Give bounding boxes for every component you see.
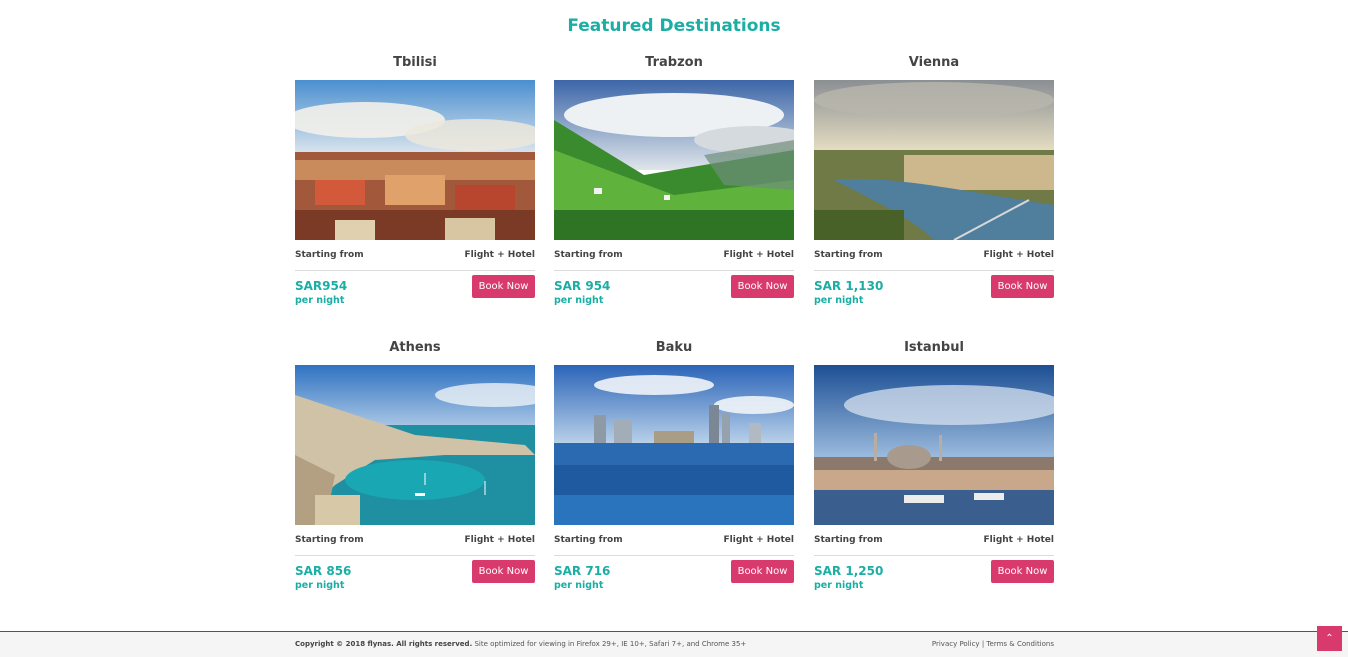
destination-photo[interactable] bbox=[814, 365, 1054, 525]
per-night-label: per night bbox=[814, 580, 864, 591]
divider bbox=[814, 270, 1054, 271]
per-night-label: per night bbox=[295, 580, 345, 591]
book-now-button[interactable]: Book Now bbox=[731, 275, 794, 298]
destination-photo[interactable] bbox=[295, 80, 535, 240]
package-label: Flight + Hotel bbox=[464, 535, 535, 545]
starting-label: Starting from bbox=[295, 535, 364, 545]
destination-city: Athens bbox=[389, 340, 441, 355]
divider bbox=[554, 270, 794, 271]
footer: Copyright © 2018 flynas. All rights rese… bbox=[0, 631, 1348, 657]
package-label: Flight + Hotel bbox=[983, 535, 1054, 545]
destination-card-trabzon: Trabzon Starting from Flight + Hotel SAR… bbox=[554, 53, 794, 306]
starting-label: Starting from bbox=[554, 535, 623, 545]
divider bbox=[295, 270, 535, 271]
scroll-to-top-button[interactable]: ⌃ bbox=[1317, 626, 1342, 651]
privacy-policy-link[interactable]: Privacy Policy bbox=[932, 640, 980, 648]
destination-card-vienna: Vienna Starting from Flight + Hotel SAR … bbox=[814, 53, 1054, 306]
starting-label: Starting from bbox=[554, 250, 623, 260]
destination-photo[interactable] bbox=[295, 365, 535, 525]
price: SAR 1,130 bbox=[814, 279, 884, 293]
book-now-button[interactable]: Book Now bbox=[991, 275, 1054, 298]
browser-support-text: Site optimized for viewing in Firefox 29… bbox=[474, 640, 747, 648]
price: SAR954 bbox=[295, 279, 348, 293]
book-now-button[interactable]: Book Now bbox=[472, 560, 535, 583]
destination-card-istanbul: Istanbul Starting from Flight + Hotel SA… bbox=[814, 338, 1054, 591]
destination-card-athens: Athens Starting from Flight + Hotel SAR … bbox=[295, 338, 535, 591]
destination-city: Trabzon bbox=[645, 55, 703, 70]
destination-city: Tbilisi bbox=[393, 55, 437, 70]
section-title: Featured Destinations bbox=[567, 16, 781, 36]
terms-link[interactable]: Terms & Conditions bbox=[986, 640, 1054, 648]
package-label: Flight + Hotel bbox=[983, 250, 1054, 260]
divider bbox=[554, 555, 794, 556]
destination-photo[interactable] bbox=[554, 365, 794, 525]
destination-city: Baku bbox=[655, 340, 693, 355]
destination-city: Istanbul bbox=[904, 340, 964, 355]
package-label: Flight + Hotel bbox=[723, 535, 794, 545]
price: SAR 954 bbox=[554, 279, 611, 293]
footer-links: Privacy Policy | Terms & Conditions bbox=[932, 640, 1054, 648]
book-now-button[interactable]: Book Now bbox=[991, 560, 1054, 583]
price: SAR 1,250 bbox=[814, 564, 884, 578]
price: SAR 716 bbox=[554, 564, 611, 578]
book-now-button[interactable]: Book Now bbox=[472, 275, 535, 298]
starting-label: Starting from bbox=[814, 250, 883, 260]
per-night-label: per night bbox=[814, 295, 864, 306]
starting-label: Starting from bbox=[295, 250, 364, 260]
destination-card-baku: Baku Starting from Flight + Hotel SAR 71… bbox=[554, 338, 794, 591]
book-now-button[interactable]: Book Now bbox=[731, 560, 794, 583]
per-night-label: per night bbox=[295, 295, 345, 306]
price: SAR 856 bbox=[295, 564, 352, 578]
destination-city: Vienna bbox=[908, 55, 960, 70]
copyright-text: Copyright © 2018 flynas. All rights rese… bbox=[295, 640, 473, 648]
divider bbox=[295, 555, 535, 556]
destination-photo[interactable] bbox=[554, 80, 794, 240]
divider bbox=[814, 555, 1054, 556]
starting-label: Starting from bbox=[814, 535, 883, 545]
per-night-label: per night bbox=[554, 580, 604, 591]
link-separator: | bbox=[981, 640, 985, 648]
package-label: Flight + Hotel bbox=[464, 250, 535, 260]
package-label: Flight + Hotel bbox=[723, 250, 794, 260]
footer-copyright: Copyright © 2018 flynas. All rights rese… bbox=[295, 640, 746, 648]
per-night-label: per night bbox=[554, 295, 604, 306]
chevron-up-icon: ⌃ bbox=[1325, 633, 1334, 644]
destination-photo[interactable] bbox=[814, 80, 1054, 240]
destination-card-tbilisi: Tbilisi Starting from Flight + Hotel SAR… bbox=[295, 53, 535, 306]
